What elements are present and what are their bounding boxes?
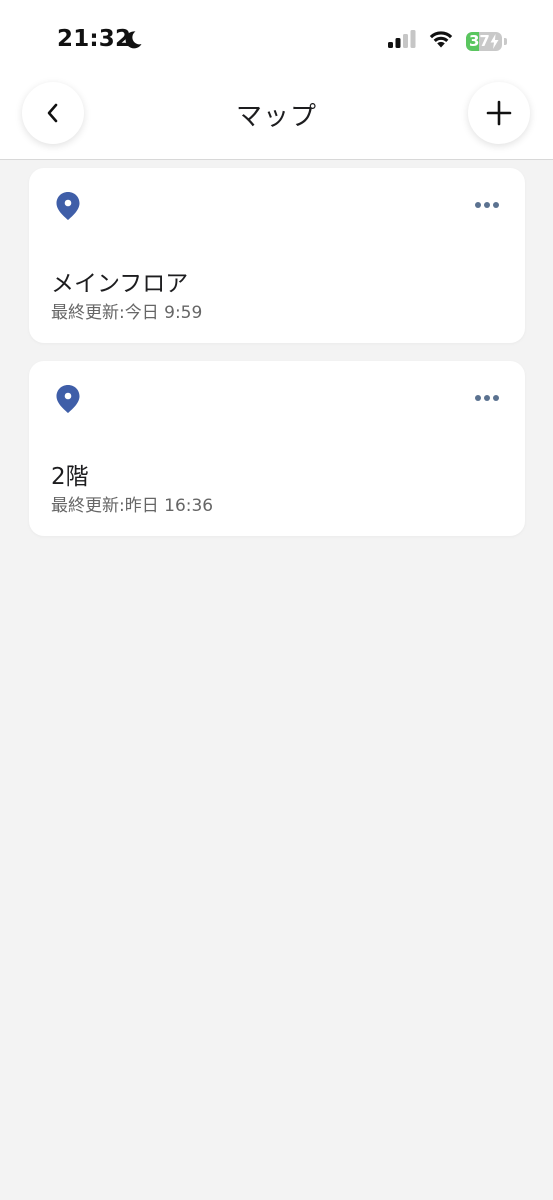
signal-icon (388, 29, 416, 53)
map-name: 2階 (51, 464, 89, 490)
battery-charging-icon: 37 (466, 31, 502, 51)
plus-icon (486, 100, 512, 126)
map-name: メインフロア (51, 271, 189, 297)
map-list: メインフロア 最終更新:今日 9:59 2階 最終更新:昨日 16:36 (29, 168, 525, 554)
map-last-updated: 最終更新:昨日 16:36 (51, 496, 214, 516)
map-card-main-floor[interactable]: メインフロア 最終更新:今日 9:59 (29, 168, 525, 343)
status-indicators: 37 (388, 28, 507, 54)
top-bar: 21:32 37 マップ (0, 0, 553, 160)
location-pin-icon (55, 384, 81, 418)
location-pin-icon (55, 191, 81, 225)
more-horizontal-icon (475, 395, 481, 401)
moon-icon (123, 30, 143, 54)
add-map-button[interactable] (468, 82, 530, 144)
battery-tip (504, 37, 507, 45)
status-time: 21:32 (57, 26, 132, 52)
more-horizontal-icon (475, 202, 481, 208)
more-menu-button[interactable] (475, 395, 499, 401)
map-card-2f[interactable]: 2階 最終更新:昨日 16:36 (29, 361, 525, 536)
map-last-updated: 最終更新:今日 9:59 (51, 303, 203, 323)
wifi-icon (428, 29, 454, 53)
battery-level: 37 (469, 31, 490, 50)
more-menu-button[interactable] (475, 202, 499, 208)
